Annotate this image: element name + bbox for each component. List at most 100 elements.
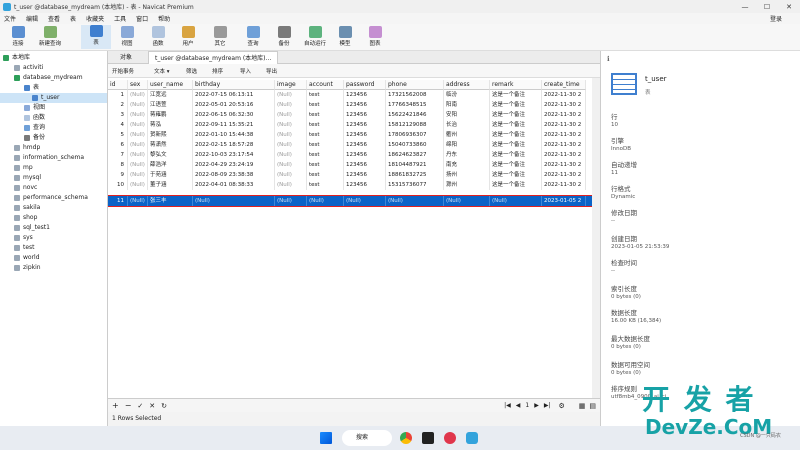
cell-sex[interactable]: (Null): [128, 160, 148, 170]
cell-address[interactable]: 临汾: [444, 90, 490, 100]
tree-functions-folder[interactable]: 函数: [24, 113, 45, 123]
cell-phone[interactable]: 18861832725: [386, 170, 444, 180]
cell-account[interactable]: (Null): [307, 196, 344, 206]
cell-image[interactable]: (Null): [275, 110, 307, 120]
import-button[interactable]: 导入: [240, 67, 251, 75]
function-button[interactable]: 函数: [143, 26, 173, 47]
menu-help[interactable]: 帮助: [158, 14, 170, 23]
tree-db-information-schema[interactable]: information_schema: [14, 153, 84, 163]
cell-birthday[interactable]: 2022-10-03 23:17:54: [193, 150, 275, 160]
table-row[interactable]: 4 (Null) 蒋泓 2022-09-11 15:35:21 (Null) test 12…: [108, 120, 592, 130]
tree-db-shop[interactable]: shop: [14, 213, 37, 223]
cell-id[interactable]: 5: [108, 130, 128, 140]
connect-button[interactable]: 连接: [3, 26, 33, 47]
windows-start-icon[interactable]: [320, 432, 332, 444]
cell-birthday[interactable]: 2022-06-15 06:32:30: [193, 110, 275, 120]
vertical-scrollbar[interactable]: [592, 78, 600, 398]
cell-image[interactable]: (Null): [275, 180, 307, 190]
cell-create-time[interactable]: 2022-11-30 2: [542, 120, 586, 130]
cell-sex[interactable]: (Null): [128, 110, 148, 120]
cell-password[interactable]: 123456: [344, 160, 386, 170]
cell-id[interactable]: 3: [108, 110, 128, 120]
column-header-image[interactable]: image: [275, 80, 307, 90]
query-button[interactable]: 查询: [238, 26, 268, 47]
cell-password[interactable]: 123456: [344, 130, 386, 140]
cell-birthday[interactable]: (Null): [193, 196, 275, 206]
tree-db-sakila[interactable]: sakila: [14, 203, 40, 213]
tree-backups-folder[interactable]: 备份: [24, 133, 45, 143]
cell-id[interactable]: 8: [108, 160, 128, 170]
table-row[interactable]: 8 (Null) 薛浩洋 2022-04-29 23:24:19 (Null) test 1…: [108, 160, 592, 170]
grid-view-icon[interactable]: ▦: [579, 402, 586, 410]
cell-birthday[interactable]: 2022-09-11 15:35:21: [193, 120, 275, 130]
cell-sex[interactable]: (Null): [128, 170, 148, 180]
table-row-new[interactable]: 11 (Null) 张三丰 (Null) (Null) (Null) (Null) (Null…: [108, 195, 592, 207]
cell-phone[interactable]: 18624623827: [386, 150, 444, 160]
cell-id[interactable]: 9: [108, 170, 128, 180]
delete-record-button[interactable]: −: [125, 401, 132, 410]
cell-create-time[interactable]: 2022-11-30 2: [542, 150, 586, 160]
tree-db-test[interactable]: test: [14, 243, 35, 253]
menu-file[interactable]: 文件: [4, 14, 16, 23]
table-row[interactable]: 7 (Null) 黎弘文 2022-10-03 23:17:54 (Null) test 1…: [108, 150, 592, 160]
intellij-icon[interactable]: [422, 432, 434, 444]
tree-db-sys[interactable]: sys: [14, 233, 33, 243]
cell-create-time[interactable]: 2022-11-30 2: [542, 180, 586, 190]
other-button[interactable]: 其它: [205, 26, 235, 47]
cell-address[interactable]: 丹东: [444, 150, 490, 160]
view-button[interactable]: 视图: [112, 26, 142, 47]
cell-sex[interactable]: (Null): [128, 130, 148, 140]
cell-phone[interactable]: 15622421846: [386, 110, 444, 120]
user-button[interactable]: 用户: [173, 26, 203, 47]
cell-password[interactable]: 123456: [344, 110, 386, 120]
menu-edit[interactable]: 编辑: [26, 14, 38, 23]
cell-account[interactable]: test: [307, 130, 344, 140]
table-row[interactable]: 6 (Null) 蒋潇然 2022-02-15 18:57:28 (Null) test 1…: [108, 140, 592, 150]
cell-remark[interactable]: 这是一个备注: [490, 100, 542, 110]
cell-address[interactable]: 衢州: [444, 130, 490, 140]
login-link[interactable]: 登录: [770, 14, 782, 23]
cell-password[interactable]: 123456: [344, 120, 386, 130]
filter-button[interactable]: 筛选: [186, 67, 197, 75]
cell-id[interactable]: 2: [108, 100, 128, 110]
column-header-id[interactable]: id: [108, 80, 128, 90]
cell-address[interactable]: 绵阳: [444, 140, 490, 150]
tree-connection-local[interactable]: 本地库: [3, 53, 30, 63]
new-query-button[interactable]: 新建查询: [35, 26, 65, 47]
cell-password[interactable]: 123456: [344, 170, 386, 180]
cell-account[interactable]: test: [307, 140, 344, 150]
column-header-birthday[interactable]: birthday: [193, 80, 275, 90]
column-header-user-name[interactable]: user_name: [148, 80, 193, 90]
cell-address[interactable]: 扬州: [444, 170, 490, 180]
cell-remark[interactable]: 这是一个备注: [490, 140, 542, 150]
cell-create-time[interactable]: 2022-11-30 2: [542, 100, 586, 110]
table-row[interactable]: 2 (Null) 江语萱 2022-05-01 20:53:16 (Null) test 1…: [108, 100, 592, 110]
cell-phone[interactable]: 15315736077: [386, 180, 444, 190]
cell-account[interactable]: test: [307, 150, 344, 160]
cell-create-time[interactable]: 2022-11-30 2: [542, 140, 586, 150]
tree-db-zipkin[interactable]: zipkin: [14, 263, 41, 273]
cell-birthday[interactable]: 2022-04-01 08:38:33: [193, 180, 275, 190]
cell-id[interactable]: 6: [108, 140, 128, 150]
cell-birthday[interactable]: 2022-04-29 23:24:19: [193, 160, 275, 170]
cell-image[interactable]: (Null): [275, 140, 307, 150]
cell-remark[interactable]: 这是一个备注: [490, 130, 542, 140]
cell-sex[interactable]: (Null): [128, 140, 148, 150]
tree-tables-folder[interactable]: 表: [24, 83, 39, 93]
tree-table-t-user[interactable]: t_user: [0, 93, 107, 103]
cell-address[interactable]: 阳南: [444, 100, 490, 110]
chart-button[interactable]: 图表: [360, 26, 390, 47]
tree-db-database-mydream[interactable]: database_mydream: [14, 73, 83, 83]
add-record-button[interactable]: +: [112, 401, 119, 410]
cell-password[interactable]: 123456: [344, 180, 386, 190]
navicat-taskbar-icon[interactable]: [466, 432, 478, 444]
table-row[interactable]: 5 (Null) 贺新熙 2022-01-10 15:44:38 (Null) test 1…: [108, 130, 592, 140]
column-header-create-time[interactable]: create_time: [542, 80, 586, 90]
cell-sex[interactable]: (Null): [128, 196, 148, 206]
cell-sex[interactable]: (Null): [128, 90, 148, 100]
cell-image[interactable]: (Null): [275, 100, 307, 110]
close-button[interactable]: ✕: [778, 3, 800, 11]
cell-account[interactable]: test: [307, 180, 344, 190]
cell-id[interactable]: 4: [108, 120, 128, 130]
cell-id[interactable]: 10: [108, 180, 128, 190]
